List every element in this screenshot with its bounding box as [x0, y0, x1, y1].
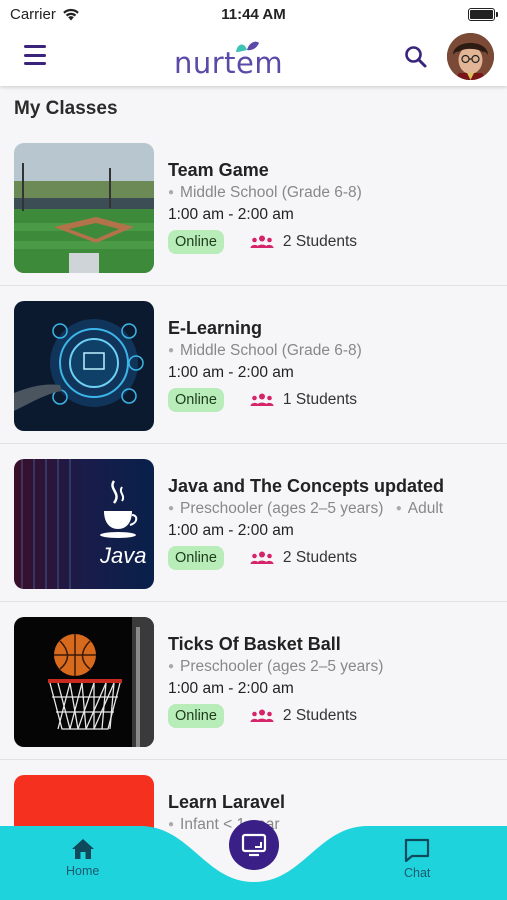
class-tags: ● Middle School (Grade 6-8): [168, 184, 362, 201]
status-bar: Carrier 11:44 AM: [0, 0, 507, 28]
class-tags: ● Middle School (Grade 6-8): [168, 342, 362, 359]
nav-home-label: Home: [66, 864, 100, 878]
class-title: E-Learning: [168, 318, 263, 338]
status-left: Carrier: [10, 6, 80, 23]
students-label: 2 Students: [282, 707, 358, 724]
class-time: 1:00 am - 2:00 am: [168, 680, 294, 697]
class-meta: Online 2 Students: [168, 704, 357, 728]
students-icon: [250, 393, 274, 406]
menu-button[interactable]: [24, 45, 46, 65]
class-title: Java and The Concepts updated: [168, 476, 445, 496]
student-count: 2 Students: [250, 549, 357, 567]
carrier-label: Carrier: [10, 5, 56, 23]
student-count: 1 Students: [250, 391, 357, 409]
class-thumbnail: [14, 301, 154, 431]
leaf-icon: [236, 41, 259, 52]
class-tags: ● Preschooler (ages 2–5 years): [168, 658, 384, 675]
nav-home[interactable]: Home: [66, 838, 99, 878]
students-icon: [250, 551, 274, 564]
class-card[interactable]: Ticks Of Basket Ball ● Preschooler (ages …: [0, 602, 507, 760]
logo-text: nurtem: [174, 46, 284, 80]
class-tag: Middle School (Grade 6-8): [180, 342, 362, 359]
chat-icon: [405, 838, 430, 862]
avatar[interactable]: [447, 33, 494, 80]
students-label: 2 Students: [282, 233, 358, 250]
students-icon: [250, 235, 274, 248]
students-label: 1 Students: [282, 391, 358, 408]
class-tag: Preschooler (ages 2–5 years): [180, 500, 384, 517]
class-time: 1:00 am - 2:00 am: [168, 364, 294, 381]
class-time: 1:00 am - 2:00 am: [168, 522, 294, 539]
svg-text:Java: Java: [99, 543, 146, 568]
class-card[interactable]: Java Java and The Concepts updated ● Pres…: [0, 444, 507, 602]
students-icon: [250, 709, 274, 722]
nav-chat-label: Chat: [404, 866, 431, 880]
search-icon: [405, 46, 427, 68]
logo: nurtem: [174, 40, 286, 80]
wifi-icon: [63, 8, 79, 20]
class-meta: Online 1 Students: [168, 388, 357, 412]
class-card[interactable]: E-Learning ● Middle School (Grade 6-8) 1:…: [0, 286, 507, 444]
status-badge: Online: [168, 546, 224, 570]
class-tag: Adult: [407, 500, 444, 517]
center-action-button[interactable]: [229, 820, 279, 870]
student-count: 2 Students: [250, 707, 357, 725]
home-icon: [71, 839, 94, 859]
students-label: 2 Students: [282, 549, 358, 566]
nav-chat[interactable]: Chat: [404, 838, 430, 880]
status-badge: Online: [168, 230, 224, 254]
section-title: My Classes: [14, 98, 118, 119]
class-tags: ● Preschooler (ages 2–5 years) ● Adult: [168, 500, 444, 517]
battery-icon: [468, 7, 498, 21]
app-header: nurtem: [0, 28, 507, 86]
class-thumbnail: [14, 617, 154, 747]
search-button[interactable]: [403, 44, 429, 70]
class-thumbnail: Java: [14, 459, 154, 589]
status-badge: Online: [168, 704, 224, 728]
class-tag: Middle School (Grade 6-8): [180, 184, 362, 201]
screen-icon: [241, 833, 267, 857]
class-title: Learn Laravel: [168, 792, 286, 812]
class-title: Team Game: [168, 160, 269, 180]
class-thumbnail: [14, 143, 154, 273]
class-time: 1:00 am - 2:00 am: [168, 206, 294, 223]
class-meta: Online 2 Students: [168, 230, 357, 254]
class-card[interactable]: Team Game ● Middle School (Grade 6-8) 1:0…: [0, 128, 507, 286]
class-list: Team Game ● Middle School (Grade 6-8) 1:0…: [0, 128, 507, 900]
class-meta: Online 2 Students: [168, 546, 357, 570]
class-tag: Preschooler (ages 2–5 years): [180, 658, 384, 675]
student-count: 2 Students: [250, 233, 357, 251]
status-badge: Online: [168, 388, 224, 412]
class-title: Ticks Of Basket Ball: [168, 634, 341, 654]
